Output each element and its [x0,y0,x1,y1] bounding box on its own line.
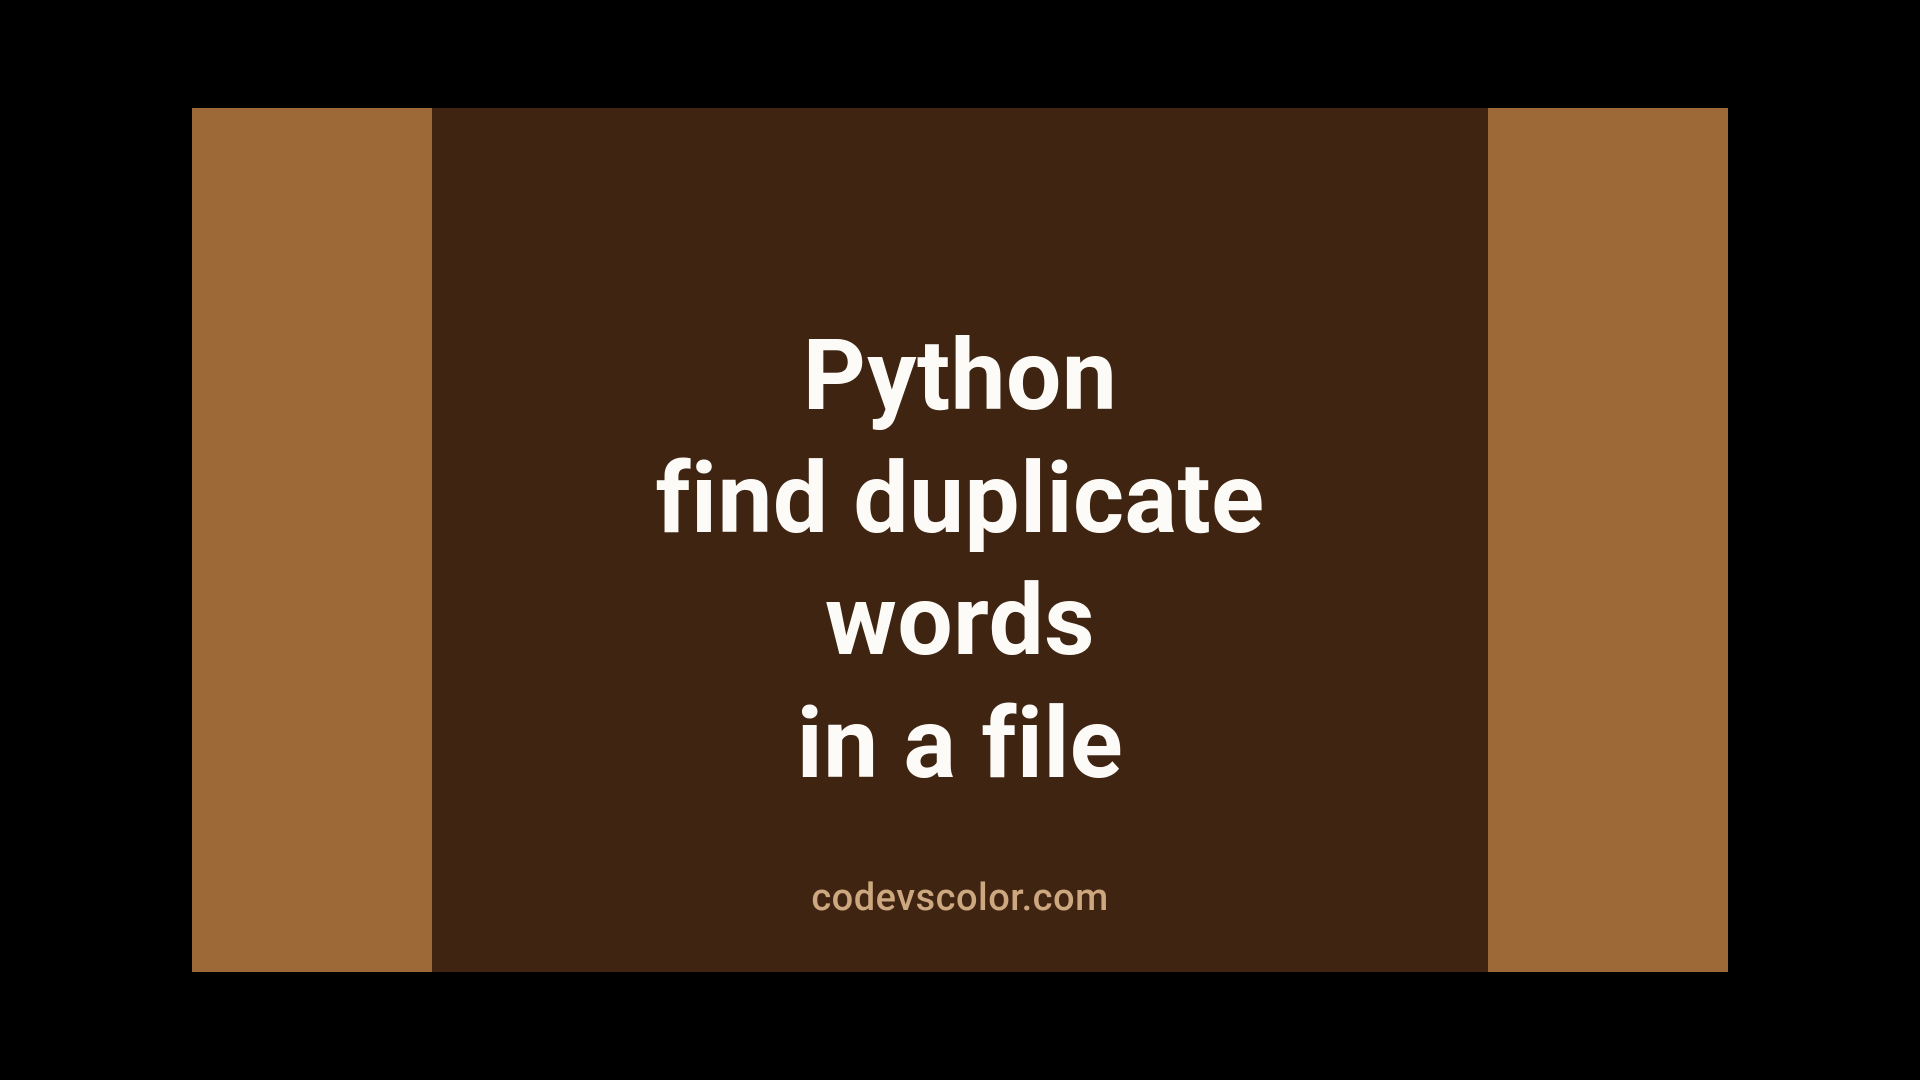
title-line-2: find duplicate [655,438,1264,561]
title-line-1: Python [655,315,1264,438]
title-line-4: in a file [655,683,1264,806]
banner-content: Python find duplicate words in a file [192,108,1728,972]
banner-title: Python find duplicate words in a file [655,315,1264,805]
banner-card: Python find duplicate words in a file co… [192,108,1728,972]
title-line-3: words [655,560,1264,683]
site-label: codevscolor.com [192,876,1728,920]
